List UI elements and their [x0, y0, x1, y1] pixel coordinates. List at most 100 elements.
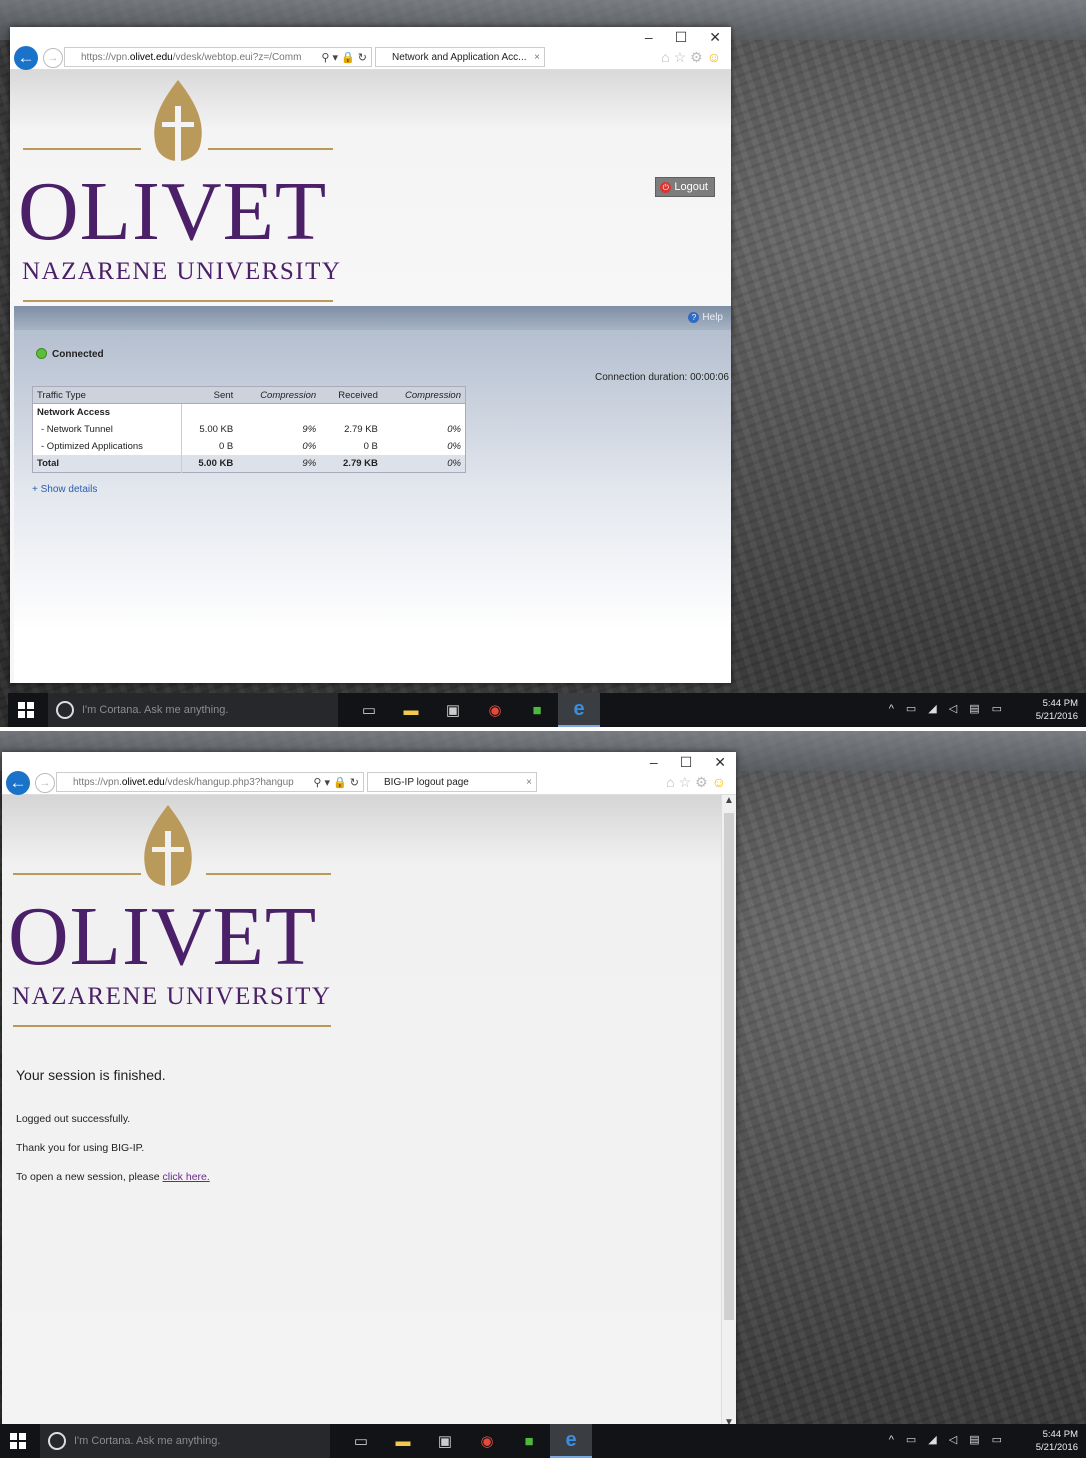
address-bar[interactable]: https://vpn.olivet.edu/vdesk/webtop.eui?… — [64, 47, 372, 67]
feedback-smiley-icon[interactable]: ☺ — [712, 774, 730, 790]
close-button[interactable]: ✕ — [714, 754, 726, 771]
table-cell: 0% — [447, 424, 461, 435]
maximize-button[interactable]: ☐ — [675, 29, 688, 46]
browser-tab[interactable]: BIG-IP logout page × — [367, 772, 537, 792]
settings-gear-icon[interactable]: ⚙ — [695, 774, 712, 790]
settings-gear-icon[interactable]: ⚙ — [690, 49, 707, 65]
table-cell: 9% — [237, 455, 321, 473]
internet-explorer-icon[interactable]: e — [558, 693, 600, 727]
back-arrow-icon[interactable]: ← — [6, 771, 30, 795]
taskbar-clock[interactable]: 5:44 PM 5/21/2016 — [1036, 697, 1078, 723]
table-cell: 0% — [447, 441, 461, 452]
logo-rule-right — [206, 873, 331, 875]
windows-start-icon[interactable] — [18, 702, 34, 718]
table-cell — [181, 404, 237, 422]
url-prefix: https://vpn. — [73, 777, 122, 788]
chrome-icon[interactable]: ◉ — [474, 693, 516, 727]
logout-button[interactable]: ⏻ Logout — [655, 177, 715, 197]
browser-tab[interactable]: Network and Application Acc... × — [375, 47, 545, 67]
column-header: Traffic Type — [32, 386, 181, 404]
table-cell — [237, 404, 320, 422]
maximize-button[interactable]: ☐ — [680, 754, 693, 771]
connection-duration: Connection duration: 00:00:06 — [595, 372, 729, 383]
url-domain: olivet.edu — [121, 777, 165, 788]
back-arrow-icon[interactable]: ← — [14, 46, 38, 70]
feedback-smiley-icon[interactable]: ☺ — [707, 49, 725, 65]
table-header-row: Traffic Type Sent Compression Received C… — [32, 386, 466, 404]
home-icon[interactable]: ⌂ — [661, 49, 673, 65]
screenshot-connected: – ☐ ✕ ← → https://vpn.olivet.edu/vdesk/w… — [0, 0, 1086, 727]
toolbar-icons: ⌂☆⚙☺ — [666, 774, 730, 791]
forward-arrow-icon[interactable]: → — [43, 48, 63, 68]
tab-close-icon[interactable]: × — [526, 773, 532, 791]
evernote-icon[interactable]: ■ — [508, 1424, 550, 1458]
address-bar[interactable]: https://vpn.olivet.edu/vdesk/hangup.php3… — [56, 772, 364, 792]
cortana-search-box[interactable]: I'm Cortana. Ask me anything. — [48, 693, 338, 727]
cortana-ring-icon — [48, 1432, 66, 1450]
university-logo: OLIVET NAZARENE UNIVERSITY — [18, 78, 340, 308]
logo-rule-bottom — [13, 1025, 331, 1027]
evernote-icon[interactable]: ■ — [516, 693, 558, 727]
table-cell: 5.00 KB — [199, 424, 234, 435]
tab-close-icon[interactable]: × — [534, 48, 540, 66]
system-tray-icons[interactable]: ^▭◢◁▤▭ — [889, 702, 1014, 715]
table-cell: Network Access — [32, 403, 182, 421]
traffic-table: Traffic Type Sent Compression Received C… — [32, 386, 466, 473]
help-bar: ? Help — [14, 306, 731, 330]
table-cell: 5.00 KB — [181, 455, 238, 473]
chrome-icon[interactable]: ◉ — [466, 1424, 508, 1458]
cortana-placeholder: I'm Cortana. Ask me anything. — [74, 1435, 221, 1447]
scroll-up-icon[interactable]: ▲ — [722, 795, 736, 806]
task-view-icon[interactable]: ▭ — [340, 1424, 382, 1458]
store-icon[interactable]: ▣ — [424, 1424, 466, 1458]
url-prefix: https://vpn. — [81, 52, 130, 63]
logo-rule-left — [23, 148, 141, 150]
cortana-search-box[interactable]: I'm Cortana. Ask me anything. — [40, 1424, 330, 1458]
url-domain: olivet.edu — [129, 52, 173, 63]
thank-you-message: Thank you for using BIG-IP. — [16, 1142, 145, 1154]
show-details-link[interactable]: + Show details — [32, 484, 97, 495]
table-cell: 0 B — [218, 441, 234, 452]
search-lock-refresh-icons[interactable]: ⚲ ▾ 🔒 ↻ — [318, 48, 367, 66]
table-cell: 0% — [381, 455, 466, 473]
search-lock-refresh-icons[interactable]: ⚲ ▾ 🔒 ↻ — [310, 773, 359, 791]
task-view-icon[interactable]: ▭ — [348, 693, 390, 727]
store-icon[interactable]: ▣ — [432, 693, 474, 727]
favorites-star-icon[interactable]: ☆ — [674, 49, 691, 65]
taskbar: I'm Cortana. Ask me anything. ▭ ▬ ▣ ◉ ■ … — [8, 693, 1086, 727]
home-icon[interactable]: ⌂ — [666, 774, 678, 790]
table-cell: 0% — [302, 441, 317, 452]
favorites-star-icon[interactable]: ☆ — [679, 774, 696, 790]
logo-olivet-text: OLIVET — [8, 890, 318, 983]
forward-arrow-icon[interactable]: → — [35, 773, 55, 793]
taskbar-apps: ▭ ▬ ▣ ◉ ■ e — [348, 693, 600, 727]
help-link[interactable]: ? Help — [688, 312, 723, 323]
vertical-scrollbar[interactable]: ▲ ▼ — [721, 795, 736, 1430]
taskbar-apps: ▭ ▬ ▣ ◉ ■ e — [340, 1424, 592, 1458]
file-explorer-icon[interactable]: ▬ — [390, 693, 432, 727]
minimize-button[interactable]: – — [650, 754, 658, 771]
toolbar-icons: ⌂☆⚙☺ — [661, 49, 725, 66]
cortana-placeholder: I'm Cortana. Ask me anything. — [82, 704, 229, 716]
scroll-thumb[interactable] — [724, 813, 734, 1320]
windows-start-icon[interactable] — [10, 1433, 26, 1449]
internet-explorer-icon[interactable]: e — [550, 1424, 592, 1458]
taskbar: I'm Cortana. Ask me anything. ▭ ▬ ▣ ◉ ■ … — [0, 1424, 1086, 1458]
click-here-link[interactable]: click here. — [163, 1171, 210, 1183]
window-controls: – ☐ ✕ — [650, 754, 726, 771]
window-controls: – ☐ ✕ — [645, 29, 721, 46]
taskbar-clock[interactable]: 5:44 PM 5/21/2016 — [1036, 1428, 1078, 1454]
minimize-button[interactable]: – — [645, 29, 653, 46]
webtop-page: OLIVET NAZARENE UNIVERSITY ⏻ Logout ? Help… — [10, 70, 731, 683]
logo-olivet-text: OLIVET — [18, 165, 328, 258]
url-path: /vdesk/webtop.eui?z=/Comm — [172, 52, 302, 63]
system-tray-icons[interactable]: ^▭◢◁▤▭ — [889, 1433, 1014, 1446]
logo-rule-right — [208, 148, 333, 150]
column-header: Received — [320, 386, 382, 404]
close-button[interactable]: ✕ — [709, 29, 721, 46]
browser-window: – ☐ ✕ ← → https://vpn.olivet.edu/vdesk/h… — [2, 752, 736, 1430]
power-icon: ⏻ — [660, 182, 672, 193]
file-explorer-icon[interactable]: ▬ — [382, 1424, 424, 1458]
column-header: Compression — [381, 386, 466, 404]
clock-time: 5:44 PM — [1042, 698, 1078, 709]
